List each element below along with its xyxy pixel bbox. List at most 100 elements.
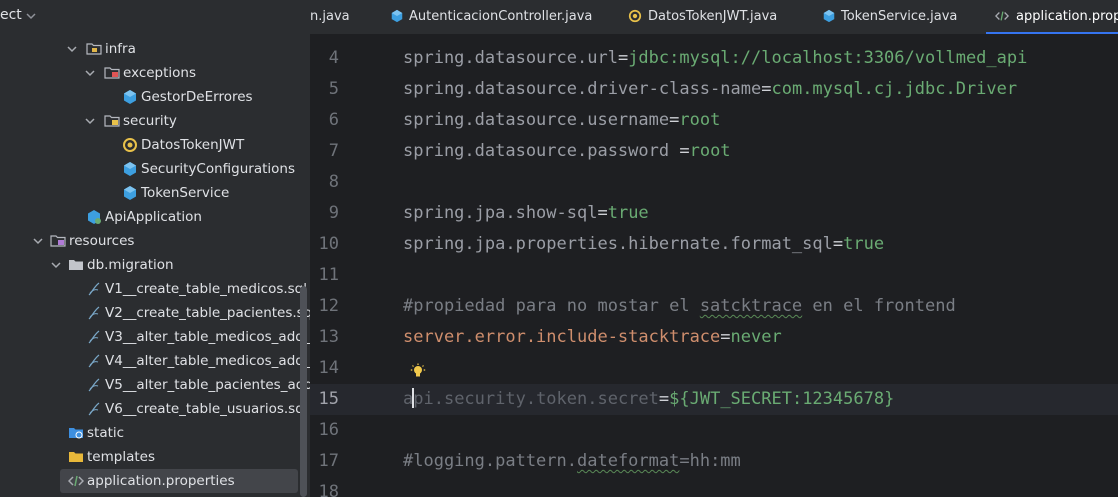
code-line[interactable]: 11 (310, 260, 1118, 291)
code-line[interactable]: 13 server.error.include-stacktrace=never (310, 322, 1118, 353)
tab-application-properties[interactable]: application.prop (986, 0, 1118, 34)
tab-autenticacioncontroller[interactable]: AutenticacionController.java (388, 0, 608, 34)
code-line[interactable]: 16 (310, 415, 1118, 446)
class-icon (391, 9, 403, 23)
typo-word: dateformat (577, 451, 680, 471)
code-text[interactable]: server.error.include-stacktrace=never (403, 326, 782, 348)
separator: = (832, 234, 844, 254)
tree-item-sql-v6[interactable]: V6__create_table_usuarios.sql (0, 397, 308, 421)
code-text[interactable]: spring.datasource.url=jdbc:mysql://local… (403, 47, 1027, 69)
class-icon (823, 9, 835, 23)
code-line[interactable]: 5 spring.datasource.driver-class-name=co… (310, 74, 1118, 105)
line-number: 12 (318, 296, 339, 316)
code-line[interactable]: 17 #logging.pattern.dateformat=hh:mm (310, 446, 1118, 477)
code-editor[interactable]: 4 spring.datasource.url=jdbc:mysql://loc… (310, 35, 1118, 497)
project-title[interactable]: ect (0, 7, 22, 23)
property-key: spring.datasource.password (403, 141, 680, 161)
line-number: 14 (318, 358, 339, 378)
lightbulb-icon[interactable] (410, 363, 426, 379)
comment-text[interactable]: #propiedad para no mostar el satcktrace … (403, 295, 956, 317)
tree-item-sql-v3[interactable]: V3__alter_table_medicos_add_col (0, 325, 310, 349)
editor-tab-bar: n.java AutenticacionController.java Dato… (310, 0, 1118, 35)
code-text[interactable]: api.security.token.secret=${JWT_SECRET:1… (403, 388, 894, 410)
class-icon (124, 162, 136, 176)
line-number: 15 (318, 389, 339, 409)
code-line[interactable]: 14 (310, 353, 1118, 384)
web-folder-icon (69, 428, 83, 439)
properties-file-icon (995, 11, 1009, 21)
code-line[interactable]: 6 spring.datasource.username=root (310, 105, 1118, 136)
separator: = (617, 48, 629, 68)
tree-item-label: db.migration (87, 257, 174, 273)
typo-word: satcktrace (699, 296, 803, 316)
line-number: 5 (328, 79, 339, 99)
folder-red-icon (104, 67, 120, 79)
record-icon (123, 138, 137, 152)
folder-lock-icon (104, 115, 120, 127)
separator: = (669, 110, 680, 130)
code-text[interactable]: spring.jpa.properties.hibernate.format_s… (403, 233, 884, 255)
property-key: server.error.include-stacktrace (403, 327, 721, 347)
tab-java-file[interactable]: n.java (310, 0, 368, 34)
line-number: 16 (318, 420, 339, 440)
code-text[interactable]: spring.jpa.show-sql=true (403, 202, 649, 224)
tree-item-apiapplication[interactable]: ApiApplication (0, 205, 300, 229)
tree-item-static[interactable]: static (0, 421, 300, 445)
chevron-down-icon[interactable] (84, 115, 96, 127)
tree-item-label: V6__create_table_usuarios.sql (105, 401, 308, 417)
tree-item-label: V3__alter_table_medicos_add_col (105, 329, 310, 345)
property-value: ${JWT_SECRET:12345678} (669, 389, 895, 409)
comment-part: #propiedad para no mostar el (403, 296, 700, 316)
folder-icon (69, 260, 83, 270)
tree-item-infra[interactable]: infra (0, 37, 300, 61)
tab-datostokenjwt[interactable]: DatosTokenJWT.java (626, 0, 786, 34)
tab-label: TokenService.java (841, 9, 958, 24)
comment-part: en el frontend (802, 296, 956, 316)
chevron-down-icon[interactable] (66, 43, 78, 55)
code-line[interactable]: 8 (310, 167, 1118, 198)
code-text[interactable]: spring.datasource.username=root (403, 109, 720, 131)
code-text[interactable]: spring.datasource.driver-class-name=com.… (403, 78, 1017, 100)
comment-text[interactable]: #logging.pattern.dateformat=hh:mm (403, 450, 741, 472)
tree-item-resources[interactable]: resources (0, 229, 300, 253)
tree-item-sql-v5[interactable]: V5__alter_table_pacientes_add_co (0, 373, 310, 397)
code-line[interactable]: 10 spring.jpa.properties.hibernate.forma… (310, 229, 1118, 260)
tree-item-datostokenjwt[interactable]: DatosTokenJWT (0, 133, 300, 157)
chevron-down-icon[interactable] (50, 259, 62, 271)
line-number: 17 (318, 451, 339, 471)
tree-item-label: SecurityConfigurations (141, 161, 296, 177)
property-key: spring.jpa.properties.hibernate.format_s… (403, 234, 833, 254)
tree-item-sql-v1[interactable]: V1__create_table_medicos.sql (0, 277, 307, 301)
tab-tokenservice[interactable]: TokenService.java (820, 0, 970, 34)
class-icon (124, 186, 136, 200)
code-line[interactable]: 4 spring.datasource.url=jdbc:mysql://loc… (310, 43, 1118, 74)
tree-item-db-migration[interactable]: db.migration (0, 253, 300, 277)
code-line[interactable]: 12 #propiedad para no mostar el satcktra… (310, 291, 1118, 322)
code-line-current[interactable]: 15 api.security.token.secret=${JWT_SECRE… (310, 384, 1118, 415)
separator: = (658, 389, 670, 409)
tree-item-templates[interactable]: templates (0, 445, 300, 469)
tree-item-label: V5__alter_table_pacientes_add_co (105, 377, 310, 393)
tree-item-sql-v4[interactable]: V4__alter_table_medicos_add_col (0, 349, 310, 373)
tree-item-label: V4__alter_table_medicos_add_col (105, 353, 310, 369)
tree-item-tokenservice[interactable]: TokenService (0, 181, 300, 205)
tree-item-security[interactable]: security (0, 109, 300, 133)
chevron-down-icon[interactable] (32, 235, 44, 247)
code-line[interactable]: 9 spring.jpa.show-sql=true (310, 198, 1118, 229)
line-number: 18 (318, 482, 339, 497)
tree-item-gestordeerrores[interactable]: GestorDeErrores (0, 85, 300, 109)
tree-item-sql-v2[interactable]: V2__create_table_pacientes.sql (0, 301, 310, 325)
chevron-down-icon[interactable] (24, 9, 38, 23)
chevron-down-icon[interactable] (84, 67, 96, 79)
property-key: pi.security.token.secret (413, 389, 659, 409)
project-scrollbar[interactable] (300, 286, 307, 497)
code-text[interactable]: spring.datasource.password =root (403, 140, 731, 162)
project-header[interactable]: ect (0, 0, 310, 34)
tree-item-label: DatosTokenJWT (141, 137, 245, 153)
code-line[interactable]: 7 spring.datasource.password =root (310, 136, 1118, 167)
tree-item-exceptions[interactable]: exceptions (0, 61, 300, 85)
separator: = (720, 327, 731, 347)
tree-item-securityconfigurations[interactable]: SecurityConfigurations (0, 157, 300, 181)
tree-item-application-properties[interactable]: application.properties (60, 469, 298, 493)
code-line[interactable]: 18 (310, 477, 1118, 497)
